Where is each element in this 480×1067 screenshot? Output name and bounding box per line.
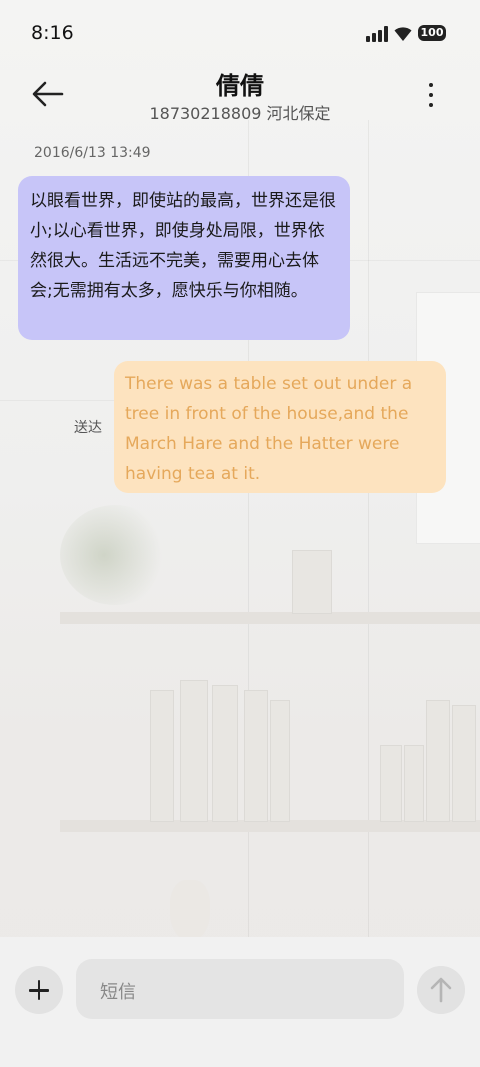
battery-level: 100 [420, 26, 444, 39]
status-time: 8:16 [31, 22, 74, 44]
conversation-header: 倩倩 18730218809 河北保定 [0, 64, 480, 134]
contact-name: 倩倩 [216, 72, 264, 100]
wifi-icon [394, 27, 412, 41]
outgoing-message-bubble[interactable]: There was a table set out under a tree i… [114, 361, 446, 493]
battery-icon: 100 [418, 25, 446, 41]
message-input[interactable]: 短信 [76, 959, 404, 1019]
message-timestamp: 2016/6/13 13:49 [34, 145, 151, 161]
status-bar: 8:16 100 [0, 0, 480, 64]
delivery-status: 送达 [74, 420, 102, 436]
incoming-message-text: 以眼看世界，即使站的最高，世界还是很小;以心看世界，即使身处局限，世界依然很大。… [30, 191, 336, 301]
outgoing-message-text: There was a table set out under a tree i… [125, 374, 413, 484]
arrow-up-icon[interactable] [417, 966, 465, 1014]
contact-detail: 18730218809 河北保定 [149, 104, 331, 123]
plus-icon[interactable] [15, 966, 63, 1014]
signal-icon [366, 26, 388, 42]
message-input-placeholder: 短信 [100, 982, 136, 1003]
more-vertical-icon[interactable] [420, 80, 442, 110]
incoming-message-bubble[interactable]: 以眼看世界，即使站的最高，世界还是很小;以心看世界，即使身处局限，世界依然很大。… [18, 176, 350, 340]
